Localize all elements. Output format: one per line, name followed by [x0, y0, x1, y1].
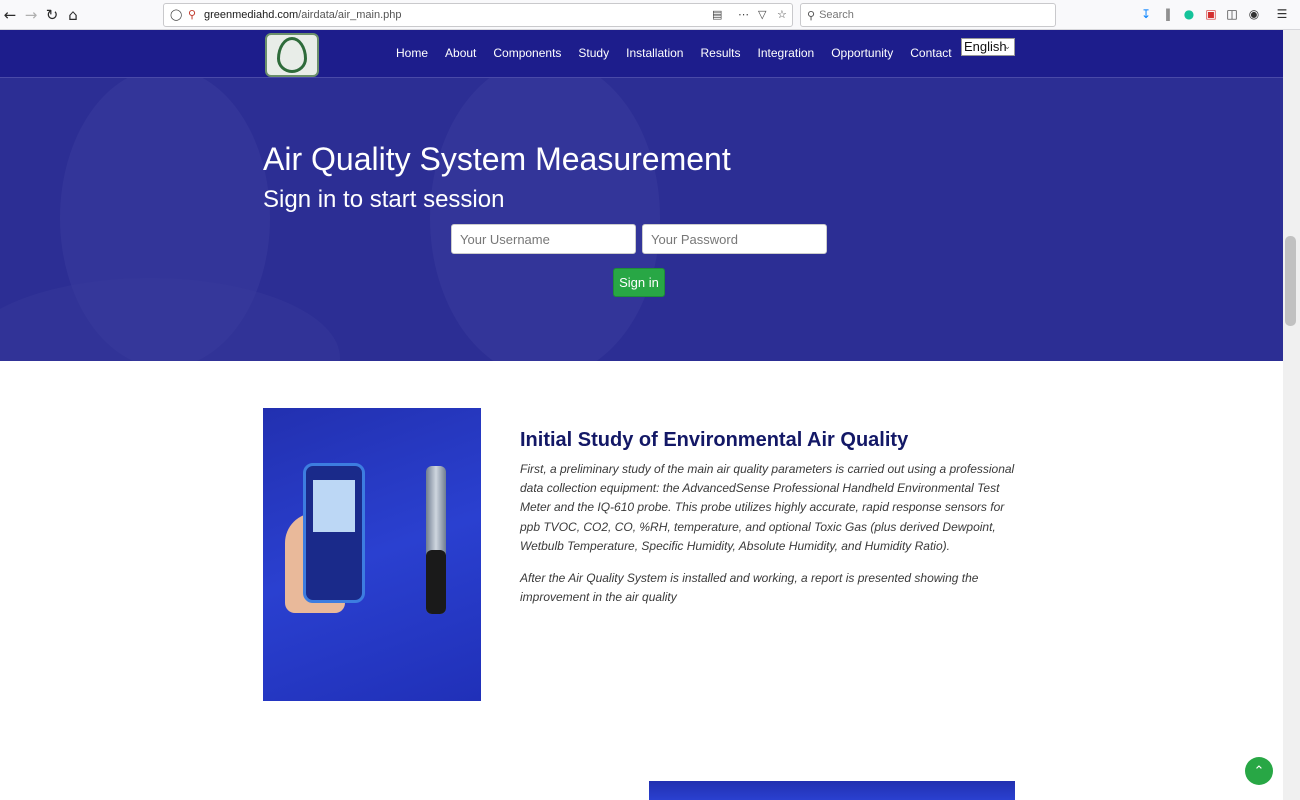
back-icon[interactable]: ←: [0, 5, 20, 25]
url-path: /airdata/air_main.php: [298, 9, 402, 21]
nav-study[interactable]: Study: [578, 46, 609, 60]
language-value: English: [964, 39, 1007, 54]
shield-icon[interactable]: ◯: [170, 8, 182, 21]
background-hill: [0, 278, 340, 361]
hero-title: Air Quality System Measurement: [263, 141, 731, 177]
nav-opportunity[interactable]: Opportunity: [831, 46, 893, 60]
url-text[interactable]: greenmediahd.com/airdata/air_main.php: [204, 9, 402, 21]
nav-contact[interactable]: Contact: [910, 46, 951, 60]
site-navbar: Home About Components Study Installation…: [0, 30, 1283, 78]
nav-results[interactable]: Results: [700, 46, 740, 60]
home-icon[interactable]: ⌂: [63, 5, 83, 25]
password-input[interactable]: [642, 224, 827, 254]
forward-icon[interactable]: →: [21, 5, 41, 25]
study-paragraph-2: After the Air Quality System is installe…: [520, 571, 979, 605]
study-paragraph-1: First, a preliminary study of the main a…: [520, 462, 1015, 553]
username-input[interactable]: [451, 224, 636, 254]
browser-toolbar: ← → ↻ ⌂ ◯ ⚲ greenmediahd.com/airdata/air…: [0, 0, 1300, 30]
study-title: Initial Study of Environmental Air Quali…: [520, 429, 909, 451]
search-placeholder: Search: [819, 9, 854, 21]
library-icon[interactable]: ‖: [1160, 6, 1176, 22]
search-icon: ⚲: [807, 8, 816, 22]
chevron-up-icon: ⌃: [1253, 763, 1265, 779]
reload-icon[interactable]: ↻: [42, 5, 62, 25]
hero-subtitle: Sign in to start session: [263, 186, 505, 213]
back-to-top-button[interactable]: ⌃: [1245, 757, 1273, 785]
account-icon[interactable]: ◉: [1246, 6, 1262, 22]
menu-icon[interactable]: ☰: [1274, 6, 1290, 22]
nav-components[interactable]: Components: [493, 46, 561, 60]
scrollbar-track[interactable]: [1283, 30, 1300, 800]
url-domain: greenmediahd.com: [204, 9, 299, 21]
page-actions-icon[interactable]: ⋯: [738, 8, 749, 21]
probe-grip-graphic: [426, 550, 446, 614]
insecure-lock-icon[interactable]: ⚲: [188, 8, 196, 21]
grammarly-icon[interactable]: ●: [1181, 6, 1197, 22]
main-menu: Home About Components Study Installation…: [396, 46, 969, 60]
bookmark-star-icon[interactable]: ☆: [777, 8, 787, 21]
browser-search-input[interactable]: ⚲ Search: [800, 3, 1056, 27]
url-bar[interactable]: ◯ ⚲ greenmediahd.com/airdata/air_main.ph…: [163, 3, 793, 27]
nav-home[interactable]: Home: [396, 46, 428, 60]
nav-about[interactable]: About: [445, 46, 476, 60]
nav-installation[interactable]: Installation: [626, 46, 683, 60]
sign-in-button[interactable]: Sign in: [613, 268, 665, 297]
handheld-meter-graphic: [303, 463, 365, 603]
sidebar-icon[interactable]: ◫: [1224, 6, 1240, 22]
nav-integration[interactable]: Integration: [758, 46, 815, 60]
meter-product-image: [263, 408, 481, 701]
next-section-image: [649, 781, 1015, 800]
scrollbar-thumb[interactable]: [1285, 236, 1296, 326]
site-logo[interactable]: [265, 33, 319, 77]
hero-section: Air Quality System Measurement Sign in t…: [0, 78, 1283, 361]
background-tree-right: [430, 78, 660, 361]
language-select[interactable]: English ⌄: [961, 38, 1015, 56]
extension-icon[interactable]: ▣: [1203, 6, 1219, 22]
leaf-logo-icon: [277, 37, 307, 73]
reader-view-icon[interactable]: ▤: [712, 8, 722, 21]
pocket-icon[interactable]: ▽: [758, 8, 766, 21]
meter-screen: [313, 480, 355, 532]
chevron-down-icon: ⌄: [1003, 42, 1011, 52]
download-icon[interactable]: ↧: [1138, 6, 1154, 22]
